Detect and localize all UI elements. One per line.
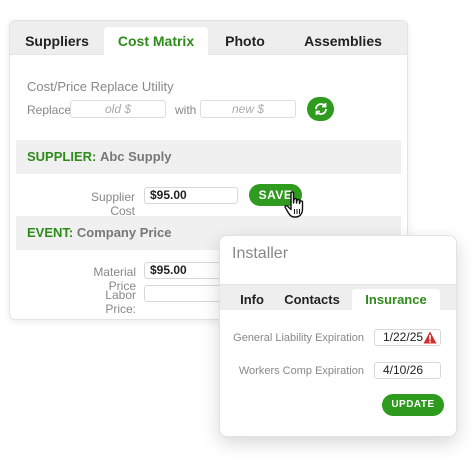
supplier-cost-label: Supplier Cost (90, 190, 135, 218)
refresh-icon (314, 103, 327, 115)
tab-info[interactable]: Info (232, 289, 272, 311)
replace-refresh-button[interactable] (307, 97, 334, 121)
labor-price-label: Labor Price: (105, 288, 136, 316)
supplier-section-header: SUPPLIER: Abc Supply (16, 140, 401, 174)
event-key: EVENT: (27, 225, 74, 240)
workers-comp-label: Workers Comp Expiration (238, 365, 364, 377)
tab-cost-matrix[interactable]: Cost Matrix (104, 27, 208, 55)
supplier-cost-field[interactable]: $95.00 (144, 187, 238, 204)
supplier-key: SUPPLIER: (27, 149, 97, 164)
event-name: Company Price (76, 225, 172, 240)
replace-utility-title: Cost/Price Replace Utility (27, 79, 174, 94)
main-tab-bar: Suppliers Cost Matrix Photo Assemblies (10, 21, 407, 55)
with-label: with (175, 103, 197, 117)
old-price-input[interactable] (70, 100, 166, 118)
material-price-field[interactable]: $95.00 (144, 262, 224, 279)
installer-popup: Installer Info Contacts Insurance Genera… (219, 235, 457, 437)
tab-contacts[interactable]: Contacts (280, 289, 344, 311)
installer-title: Installer (232, 245, 289, 262)
hand-pointer-icon (284, 191, 304, 218)
warning-triangle-icon (423, 331, 437, 344)
labor-price-field[interactable] (144, 285, 224, 302)
tab-assemblies[interactable]: Assemblies (288, 27, 398, 55)
tab-insurance[interactable]: Insurance (352, 289, 440, 311)
general-liability-label: General Liability Expiration (233, 332, 364, 344)
installer-tab-bar: Info Contacts Insurance (220, 284, 456, 311)
tab-suppliers[interactable]: Suppliers (18, 27, 96, 55)
replace-label: Replace (27, 103, 72, 117)
tab-photo[interactable]: Photo (218, 27, 272, 55)
supplier-name: Abc Supply (99, 149, 172, 164)
update-button[interactable]: UPDATE (382, 394, 444, 416)
workers-comp-date-field[interactable]: 4/10/26 (374, 362, 441, 379)
new-price-input[interactable] (200, 100, 296, 118)
